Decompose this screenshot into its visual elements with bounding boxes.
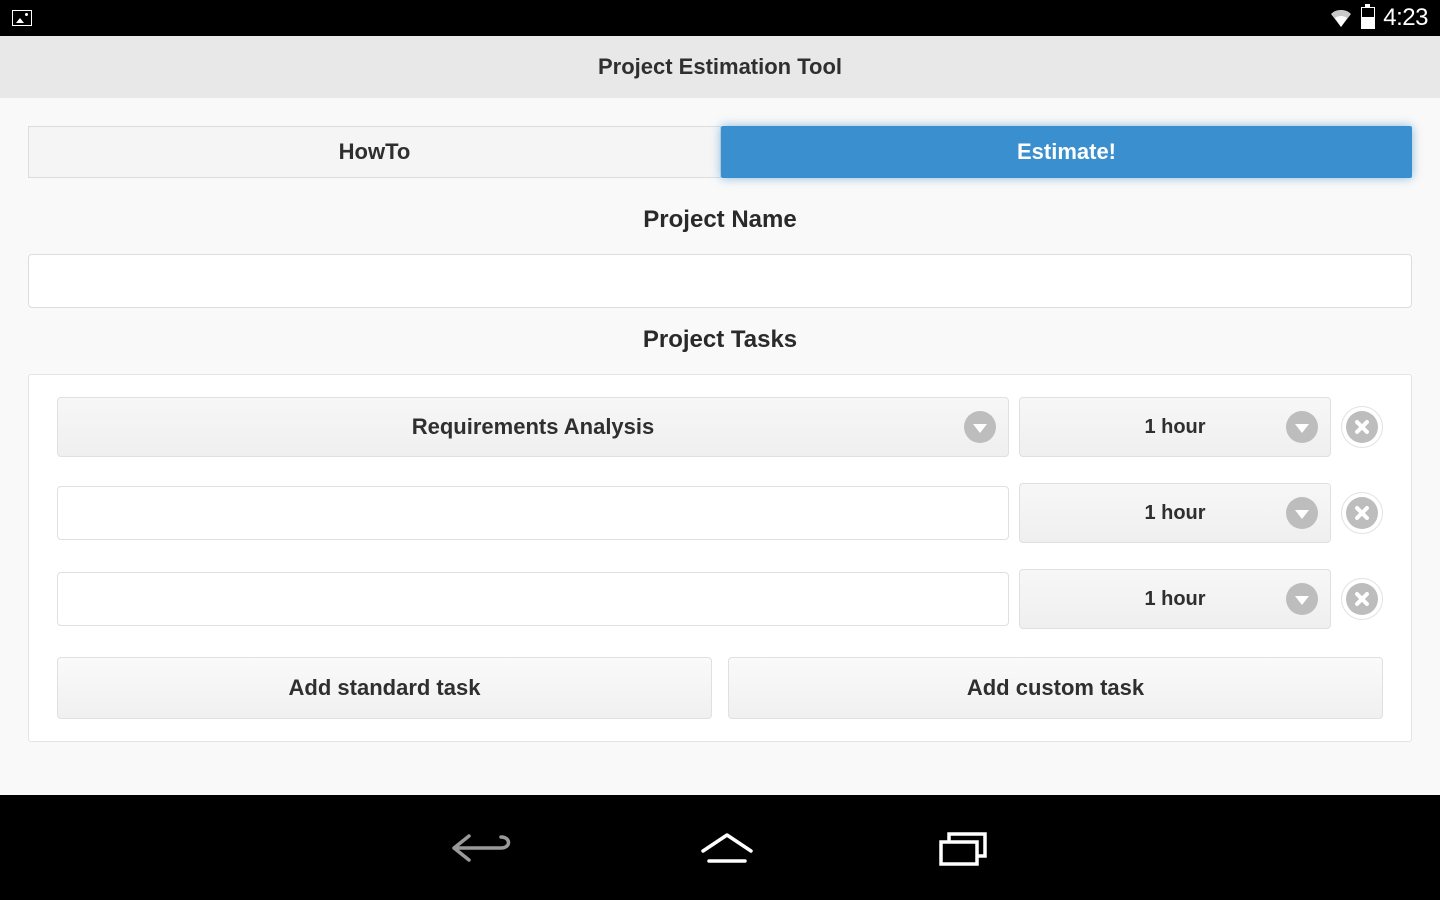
delete-task-button[interactable] [1341,406,1383,448]
add-custom-task-button[interactable]: Add custom task [728,657,1383,719]
task-name-value: Requirements Analysis [412,414,655,440]
heading-project-name: Project Name [0,206,1440,234]
chevron-down-icon [1286,411,1318,443]
chevron-down-icon [1286,583,1318,615]
app-title: Project Estimation Tool [598,54,842,80]
task-duration-dropdown[interactable]: 1 hour [1019,483,1331,543]
project-name-input[interactable] [28,254,1412,308]
add-standard-label: Add standard task [289,675,481,701]
task-name-input[interactable] [57,572,1009,626]
battery-icon [1361,7,1375,29]
wifi-icon [1329,8,1353,28]
task-duration-dropdown[interactable]: 1 hour [1019,397,1331,457]
task-duration-value: 1 hour [1144,502,1205,525]
close-icon [1346,411,1378,443]
close-icon [1346,497,1378,529]
task-name-input[interactable] [57,486,1009,540]
task-duration-dropdown[interactable]: 1 hour [1019,569,1331,629]
home-button[interactable] [699,831,755,865]
tab-estimate[interactable]: Estimate! [721,126,1412,178]
delete-task-button[interactable] [1341,492,1383,534]
task-row: 1 hour [57,569,1383,629]
gallery-notification-icon [12,10,32,26]
task-row: Requirements Analysis 1 hour [57,397,1383,457]
app-title-bar: Project Estimation Tool [0,36,1440,98]
main-content: HowTo Estimate! Project Name Project Tas… [0,98,1440,795]
task-duration-value: 1 hour [1144,588,1205,611]
tab-howto[interactable]: HowTo [28,126,721,178]
task-name-dropdown[interactable]: Requirements Analysis [57,397,1009,457]
back-button[interactable] [449,830,519,866]
tasks-panel: Requirements Analysis 1 hour 1 hour [28,374,1412,742]
recent-apps-button[interactable] [935,828,991,868]
tab-row: HowTo Estimate! [0,98,1440,188]
task-duration-value: 1 hour [1144,416,1205,439]
tab-estimate-label: Estimate! [1017,139,1116,165]
chevron-down-icon [964,411,996,443]
add-standard-task-button[interactable]: Add standard task [57,657,712,719]
heading-project-tasks: Project Tasks [0,326,1440,354]
add-custom-label: Add custom task [967,675,1144,701]
android-nav-bar [0,795,1440,900]
chevron-down-icon [1286,497,1318,529]
tab-howto-label: HowTo [339,139,411,165]
delete-task-button[interactable] [1341,578,1383,620]
status-clock: 4:23 [1383,4,1428,32]
android-status-bar: 4:23 [0,0,1440,36]
task-row: 1 hour [57,483,1383,543]
add-buttons-row: Add standard task Add custom task [57,657,1383,719]
close-icon [1346,583,1378,615]
